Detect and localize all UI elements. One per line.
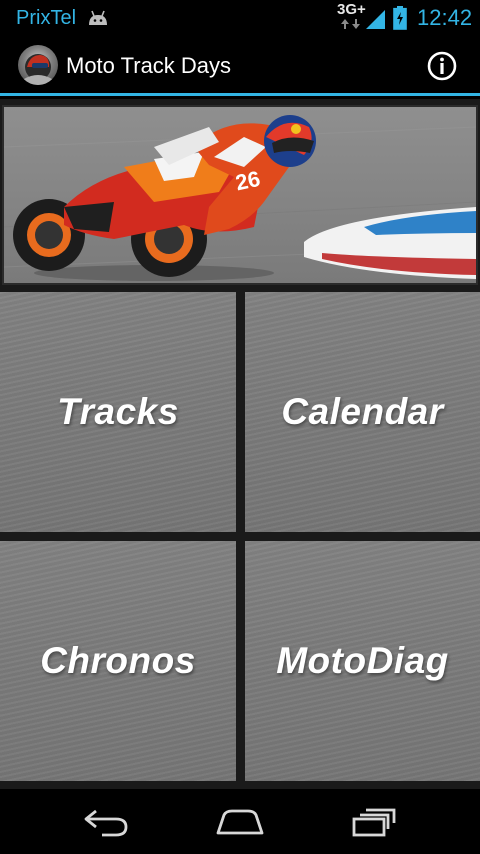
status-bar: PrixTel 3G+ 12:42 (0, 0, 480, 36)
motodiag-tile[interactable]: MotoDiag (245, 541, 480, 781)
app-icon[interactable] (18, 45, 58, 85)
home-icon[interactable] (214, 807, 266, 837)
info-icon[interactable] (426, 50, 458, 82)
chronos-tile-label: Chronos (40, 640, 196, 681)
back-icon[interactable] (82, 807, 130, 837)
recent-apps-icon[interactable] (350, 807, 398, 837)
tracks-tile-label: Tracks (57, 391, 179, 432)
android-debug-icon (89, 10, 107, 25)
signal-icon (366, 10, 385, 29)
motodiag-tile-label: MotoDiag (276, 640, 449, 681)
tracks-tile[interactable]: Tracks (0, 292, 236, 532)
network-type-label: 3G+ (337, 1, 366, 18)
chronos-tile[interactable]: Chronos (0, 541, 236, 781)
screen: PrixTel 3G+ 12:42 Moto Track Days 26 Tra… (0, 0, 480, 854)
motorcycle-racer-image: 26 (4, 115, 476, 281)
rider-helmet-icon (24, 54, 52, 85)
app-title: Moto Track Days (66, 53, 232, 78)
data-activity-icon (341, 19, 360, 29)
main-content: 26 Tracks Calendar Chronos MotoDiag (0, 99, 480, 789)
carrier-name: PrixTel (16, 7, 77, 29)
battery-charging-icon (393, 6, 407, 30)
hero-banner-image: 26 (2, 105, 478, 285)
calendar-tile-label: Calendar (281, 391, 444, 432)
bike-number: 26 (233, 166, 262, 196)
clock: 12:42 (417, 5, 473, 30)
calendar-tile[interactable]: Calendar (245, 292, 480, 532)
navigation-bar (0, 789, 480, 854)
action-bar: Moto Track Days (0, 36, 480, 96)
